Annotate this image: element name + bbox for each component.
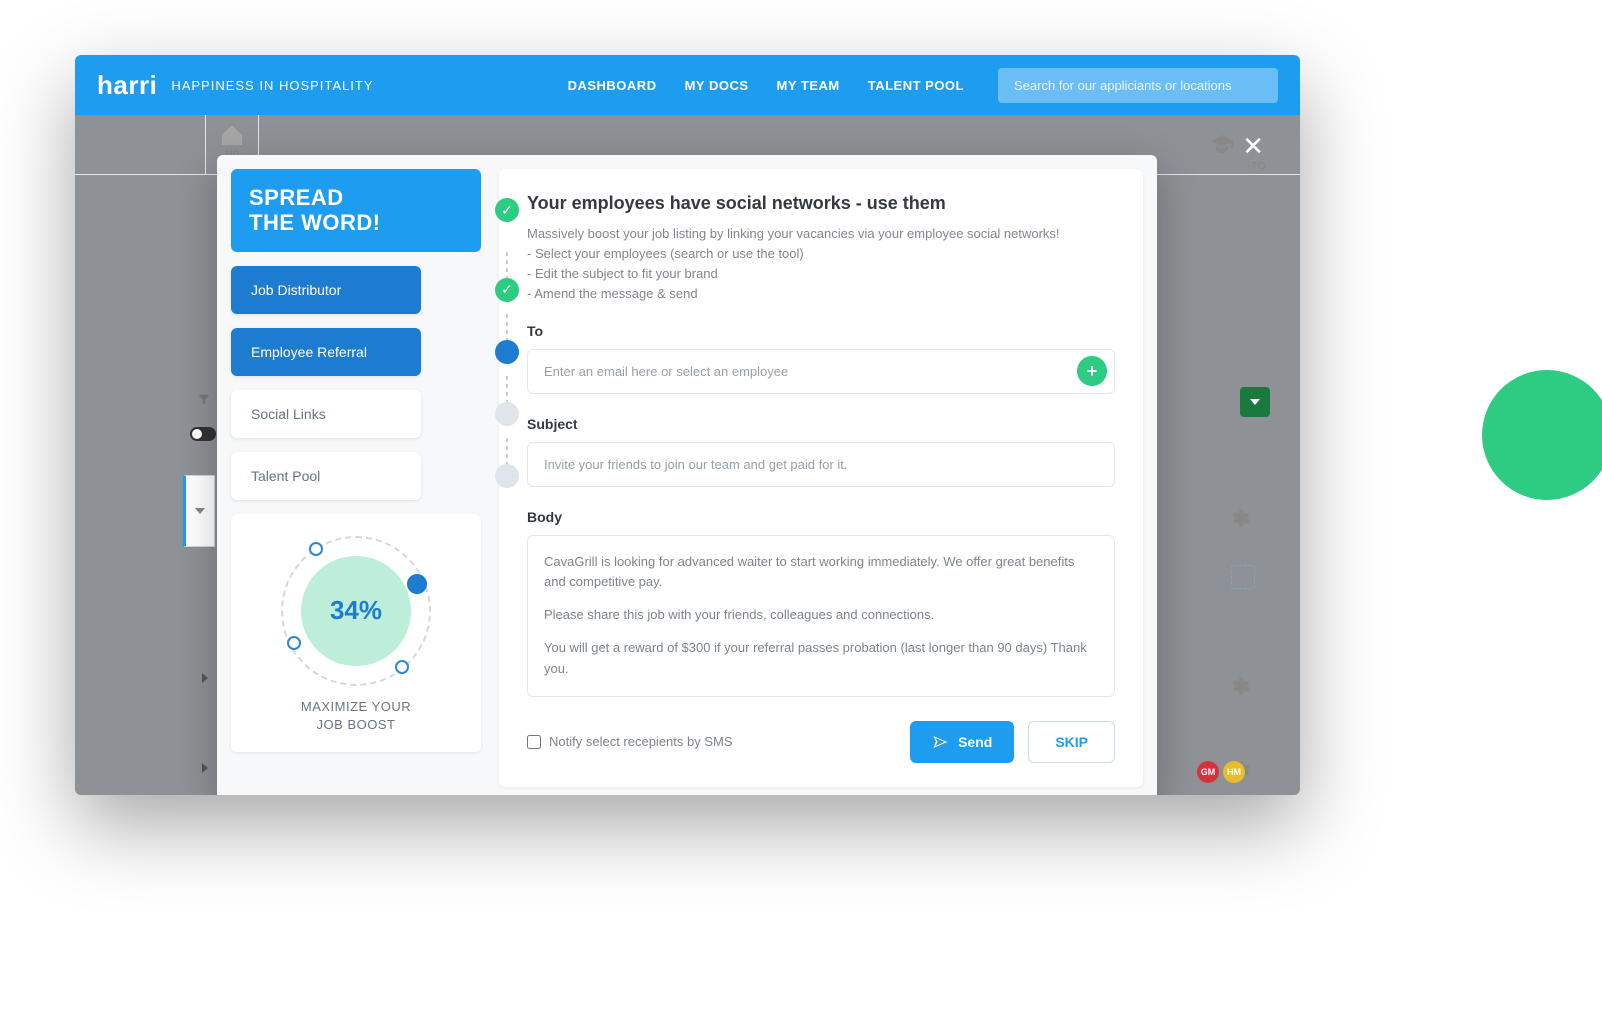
paper-plane-icon xyxy=(932,734,948,750)
progress-caption-line1: MAXIMIZE YOUR xyxy=(243,698,469,716)
step-marker-pending-icon xyxy=(495,402,519,426)
body-textarea[interactable]: CavaGrill is looking for advanced waiter… xyxy=(527,535,1115,697)
notify-sms-label: Notify select recepients by SMS xyxy=(549,734,733,749)
subject-label: Subject xyxy=(527,416,1115,432)
subject-input[interactable] xyxy=(527,442,1115,487)
modal-hero-title: SPREAD THE WORD! xyxy=(231,169,481,252)
to-input[interactable] xyxy=(527,349,1115,394)
orbit-dot-icon xyxy=(395,660,409,674)
notify-sms-input[interactable] xyxy=(527,735,541,749)
step-marker-check-icon: ✓ xyxy=(495,278,519,302)
graduation-cap-icon[interactable] xyxy=(1210,133,1234,162)
logo[interactable]: harri xyxy=(97,70,157,101)
nav-my-docs[interactable]: MY DOCS xyxy=(685,78,749,93)
expand-arrow-icon[interactable] xyxy=(202,673,208,683)
collapsed-dropdown[interactable] xyxy=(183,475,215,547)
to-label: To xyxy=(527,323,1115,339)
action-dropdown[interactable] xyxy=(1240,387,1270,417)
role-badges: GM HM xyxy=(1197,761,1245,783)
progress-caption-line2: JOB BOOST xyxy=(243,716,469,734)
skip-button[interactable]: SKIP xyxy=(1028,721,1115,763)
step-marker-current-icon xyxy=(495,340,519,364)
nav-talent-pool[interactable]: TALENT POOL xyxy=(868,78,964,93)
body-label: Body xyxy=(527,509,1115,525)
floating-help-bubble[interactable] xyxy=(1482,370,1602,500)
filter-icon[interactable] xyxy=(197,392,211,411)
orbit-dot-icon xyxy=(407,574,427,594)
close-icon[interactable]: ✕ xyxy=(1242,131,1264,162)
orbit-dot-icon xyxy=(309,542,323,556)
step-social-links[interactable]: Social Links xyxy=(231,390,421,438)
progress-ring: 34% xyxy=(281,536,431,686)
badge-hm: HM xyxy=(1223,761,1245,783)
expand-arrow-icon[interactable] xyxy=(202,763,208,773)
tagline: HAPPINESS IN HOSPITALITY xyxy=(171,78,373,93)
gear-icon[interactable] xyxy=(1228,507,1250,529)
gear-icon[interactable] xyxy=(1228,675,1250,697)
step-talent-pool[interactable]: Talent Pool xyxy=(231,452,421,500)
add-recipient-button[interactable]: + xyxy=(1077,356,1107,386)
plus-icon: + xyxy=(1087,361,1098,382)
panel-subtitle: Massively boost your job listing by link… xyxy=(527,224,1115,305)
step-marker-check-icon: ✓ xyxy=(495,198,519,222)
howto-suffix: -TO xyxy=(1247,161,1266,172)
main-nav: DASHBOARD MY DOCS MY TEAM TALENT POOL xyxy=(554,68,1278,103)
orbit-dot-icon xyxy=(287,636,301,650)
job-boost-progress-card: 34% MAXIMIZE YOUR JOB BOOST xyxy=(231,514,481,752)
send-button[interactable]: Send xyxy=(910,721,1014,763)
search-input[interactable] xyxy=(998,68,1278,103)
header-bar: harri HAPPINESS IN HOSPITALITY DASHBOARD… xyxy=(75,55,1300,115)
step-marker-pending-icon xyxy=(495,464,519,488)
modal-footer: Notify select recepients by SMS Send SKI… xyxy=(527,721,1115,763)
nav-my-team[interactable]: MY TEAM xyxy=(777,78,840,93)
notify-sms-checkbox[interactable]: Notify select recepients by SMS xyxy=(527,734,733,749)
home-icon xyxy=(222,129,242,145)
app-window: harri HAPPINESS IN HOSPITALITY DASHBOARD… xyxy=(75,55,1300,795)
step-job-distributor[interactable]: Job Distributor xyxy=(231,266,421,314)
toggle-switch[interactable] xyxy=(190,427,216,441)
progress-percent: 34% xyxy=(330,595,382,626)
badge-gm: GM xyxy=(1197,761,1219,783)
spread-the-word-modal: SPREAD THE WORD! ✓ Job Distributor ✓ Emp… xyxy=(217,155,1157,795)
panel-title: Your employees have social networks - us… xyxy=(527,193,1115,214)
drop-target[interactable] xyxy=(1231,565,1255,589)
nav-dashboard[interactable]: DASHBOARD xyxy=(568,78,657,93)
modal-steps-sidebar: SPREAD THE WORD! ✓ Job Distributor ✓ Emp… xyxy=(231,169,481,787)
modal-main-panel: Your employees have social networks - us… xyxy=(499,169,1143,787)
step-employee-referral[interactable]: Employee Referral xyxy=(231,328,421,376)
